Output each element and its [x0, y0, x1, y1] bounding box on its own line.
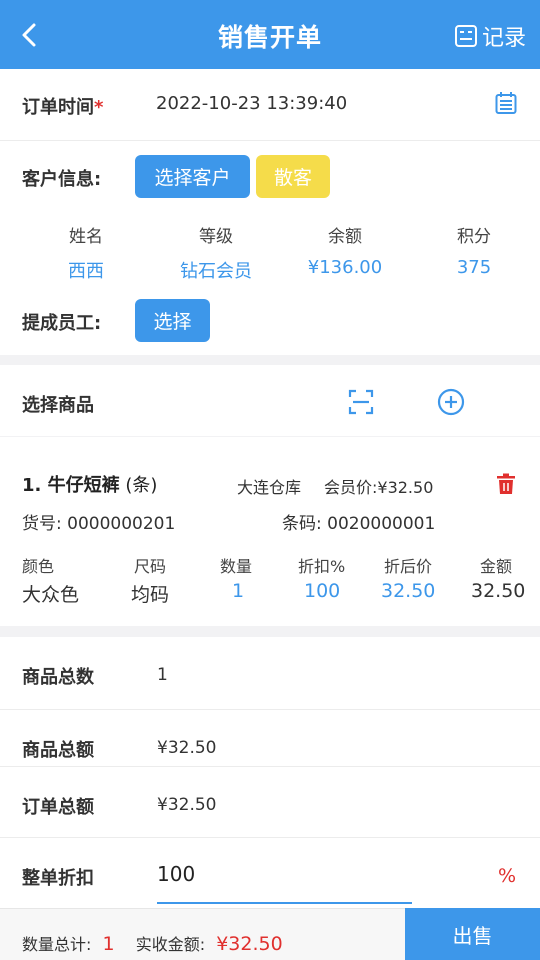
header-bar: 销售开单 记录 [0, 0, 540, 69]
goods-amount-value: 32.50 [471, 580, 526, 602]
order-discount-label: 整单折扣 [22, 868, 94, 889]
calendar-icon[interactable] [495, 91, 517, 115]
goods-col-amount: 金额 [480, 557, 513, 576]
divider [0, 837, 540, 838]
goods-color-value: 大众色 [22, 584, 80, 606]
goods-col-discounted-price: 折后价 [384, 557, 433, 576]
order-amount-label: 订单总额 [22, 797, 94, 818]
goods-col-size: 尺码 [134, 557, 167, 576]
goods-warehouse: 大连仓库 [237, 478, 302, 497]
goods-discounted-price-input[interactable]: 32.50 [381, 580, 435, 602]
discount-percent-unit: % [498, 865, 517, 887]
delete-icon[interactable] [496, 473, 516, 495]
walkin-customer-button[interactable]: 散客 [256, 155, 330, 198]
customer-col-level: 等级 [199, 227, 233, 247]
goods-col-qty: 数量 [220, 557, 253, 576]
order-amount-value: ¥32.50 [157, 795, 217, 815]
customer-col-balance: 余额 [328, 227, 362, 247]
total-count-value: 1 [157, 665, 168, 685]
sell-button[interactable]: 出售 [405, 908, 540, 960]
goods-amount-value: ¥32.50 [157, 738, 217, 758]
record-label: 记录 [481, 26, 526, 51]
goods-sku: 货号: 0000000201 [22, 514, 176, 534]
goods-discount-input[interactable]: 100 [304, 580, 340, 602]
select-customer-button[interactable]: 选择客户 [135, 155, 250, 198]
goods-size-value: 均码 [131, 584, 170, 606]
customer-level-value: 钻石会员 [180, 261, 252, 282]
footer-summary: 数量总计: 1 实收金额: ¥32.50 [22, 933, 283, 955]
divider [0, 766, 540, 767]
select-goods-label: 选择商品 [22, 395, 94, 416]
order-discount-input[interactable]: 100 [157, 860, 412, 904]
divider [0, 140, 540, 141]
customer-points-value: 375 [456, 257, 492, 278]
divider [0, 709, 540, 710]
record-list-icon [454, 25, 477, 47]
goods-name: 1. 牛仔短裤 (条) [22, 475, 158, 496]
order-time-value[interactable]: 2022-10-23 13:39:40 [156, 93, 347, 114]
goods-qty-input[interactable]: 1 [232, 580, 244, 602]
goods-member-price: 会员价:¥32.50 [324, 478, 434, 497]
goods-col-discount: 折扣% [298, 557, 346, 576]
total-count-label: 商品总数 [22, 667, 94, 688]
footer-paid-value: ¥32.50 [216, 933, 283, 955]
order-info-section: 订单时间* 2022-10-23 13:39:40 客户信息: 选择客户 散客 … [0, 69, 540, 355]
scan-icon[interactable] [348, 389, 374, 415]
footer-qty-value: 1 [102, 933, 115, 955]
customer-col-points: 积分 [457, 227, 491, 247]
goods-col-color: 颜色 [22, 557, 55, 576]
record-button[interactable]: 记录 [454, 20, 526, 52]
staff-label: 提成员工: [22, 313, 102, 334]
goods-section-header: 选择商品 [0, 365, 540, 436]
order-time-label: 订单时间* [22, 97, 104, 118]
customer-balance-value: ¥136.00 [307, 257, 383, 278]
add-goods-icon[interactable] [437, 388, 465, 416]
customer-name-value: 西西 [68, 261, 104, 282]
select-staff-button[interactable]: 选择 [135, 299, 210, 342]
goods-barcode: 条码: 0020000001 [282, 514, 436, 534]
customer-info-label: 客户信息: [22, 169, 102, 190]
customer-col-name: 姓名 [69, 227, 103, 247]
goods-amount-label: 商品总额 [22, 740, 94, 761]
